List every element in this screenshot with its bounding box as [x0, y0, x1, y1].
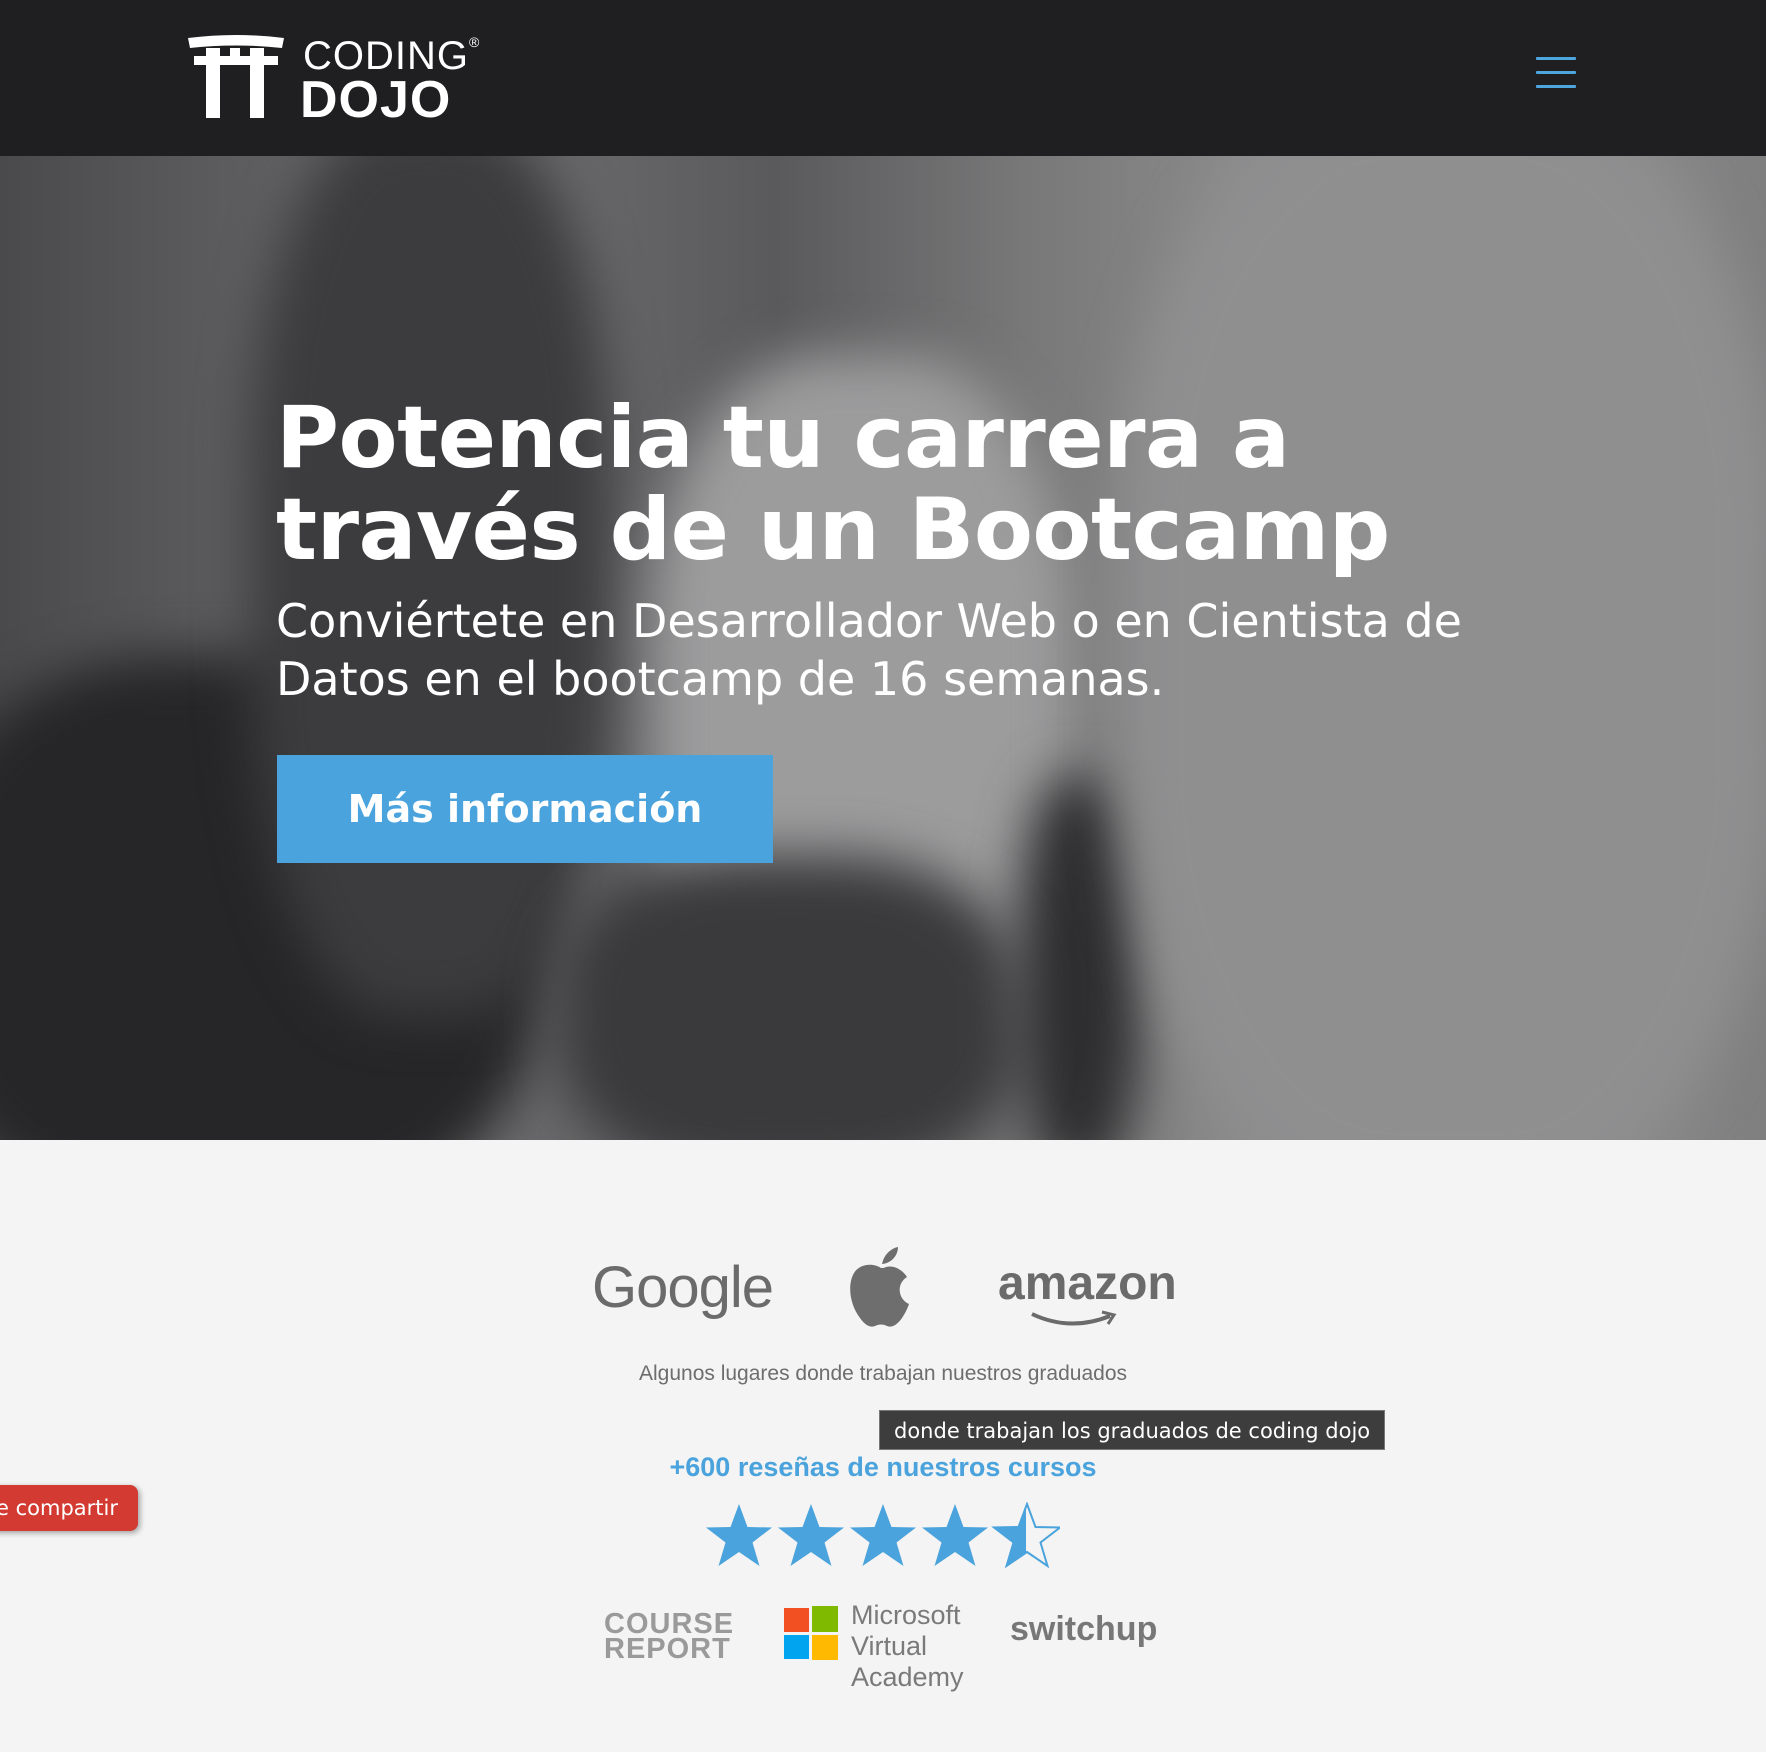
- share-tab-button[interactable]: e compartir: [0, 1485, 138, 1531]
- rating-stars: [706, 1503, 1060, 1567]
- amazon-logo: amazon: [998, 1257, 1177, 1310]
- half-star-icon: [993, 1503, 1060, 1567]
- switchup-logo: switchup: [1010, 1610, 1158, 1648]
- star-icon: [706, 1504, 772, 1566]
- google-logo: Google: [592, 1255, 774, 1320]
- hamburger-menu-icon[interactable]: [1534, 54, 1578, 90]
- more-info-button[interactable]: Más información: [277, 755, 773, 863]
- employers-and-reviews-section: Google amazon Algunos lugares donde trab…: [0, 1140, 1766, 1752]
- reviews-heading[interactable]: +600 reseñas de nuestros cursos: [0, 1452, 1766, 1483]
- coding-dojo-logo[interactable]: CODING® DOJO: [186, 34, 479, 129]
- hero-title: Potencia tu carrera a través de un Bootc…: [276, 388, 1390, 580]
- hero-section: Potencia tu carrera a través de un Bootc…: [0, 156, 1766, 1140]
- image-tooltip: donde trabajan los graduados de coding d…: [879, 1410, 1386, 1450]
- star-icon: [922, 1504, 988, 1566]
- hero-subtitle: Conviértete en Desarrollador Web o en Ci…: [276, 594, 1462, 706]
- star-icon: [850, 1504, 916, 1566]
- employers-caption: Algunos lugares donde trabajan nuestros …: [638, 1362, 1127, 1385]
- top-navigation-bar: CODING® DOJO: [0, 0, 1766, 156]
- amazon-smile-icon: [1031, 1310, 1117, 1326]
- star-icon: [778, 1504, 844, 1566]
- course-report-logo: COURSE REPORT: [604, 1608, 735, 1665]
- apple-logo-icon: [850, 1247, 909, 1327]
- microsoft-logo-icon: [784, 1606, 838, 1660]
- torii-gate-icon: [188, 35, 284, 118]
- microsoft-virtual-academy-logo: Microsoft Virtual Academy: [851, 1600, 964, 1692]
- logo-text-dojo: DOJO: [300, 71, 452, 129]
